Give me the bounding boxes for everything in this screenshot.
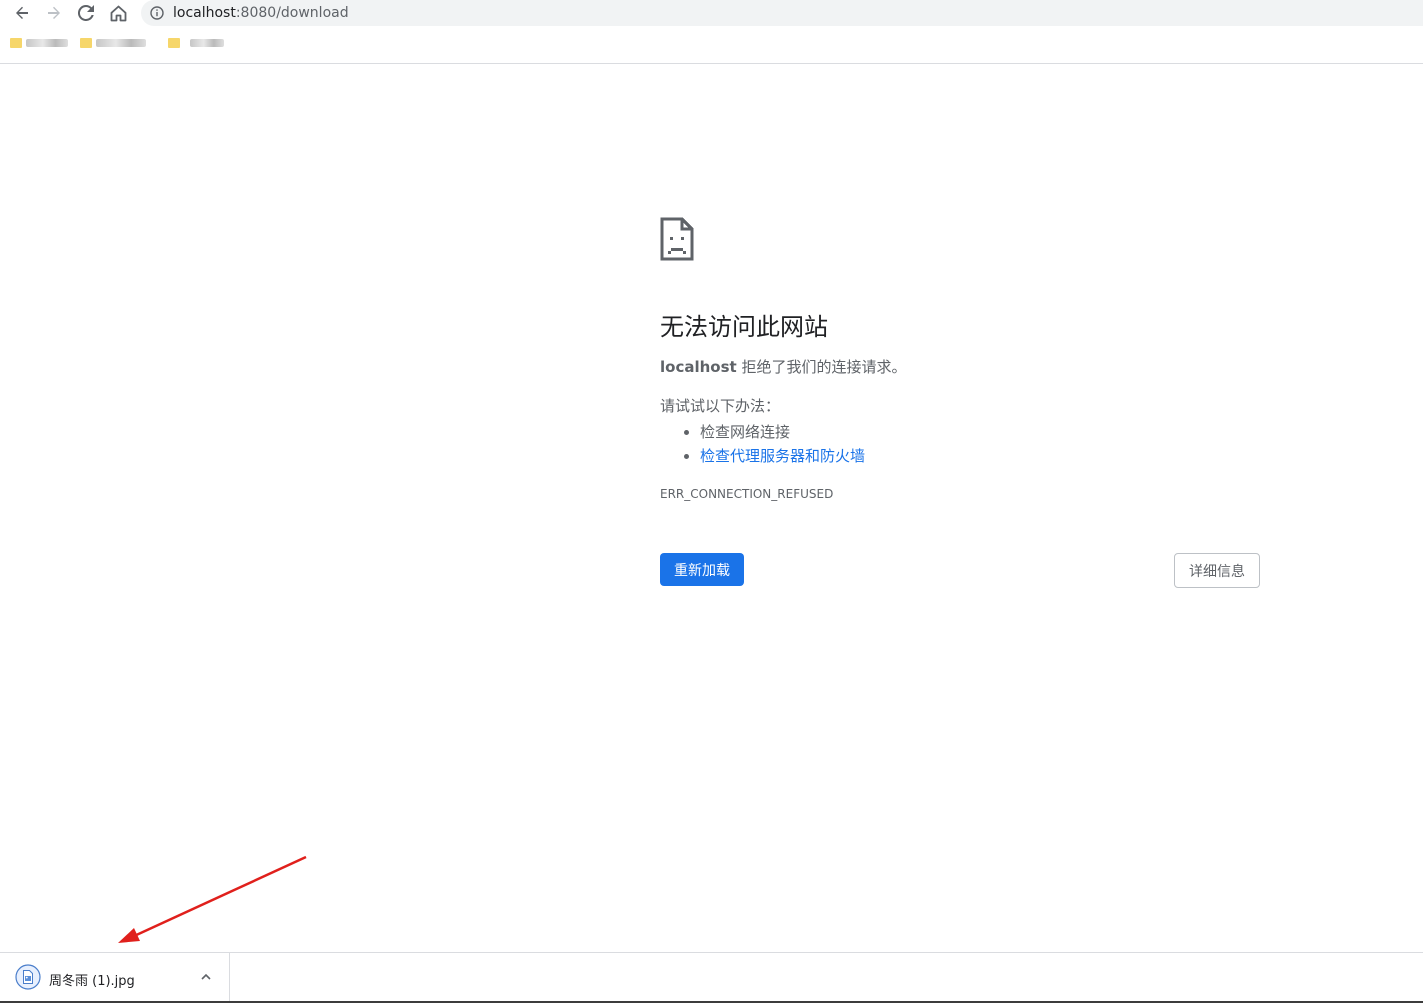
suggestion-item: 检查代理服务器和防火墙 — [700, 444, 1260, 468]
bookmark-item[interactable] — [10, 36, 68, 50]
folder-icon — [10, 38, 22, 48]
bookmark-label-blurred — [190, 39, 224, 47]
error-page: 无法访问此网站 localhost 拒绝了我们的连接请求。 请试试以下办法： 检… — [660, 217, 1260, 501]
reload-button[interactable] — [73, 0, 99, 26]
browser-toolbar: localhost:8080/download — [0, 0, 1423, 26]
download-file-name: 周冬雨 (1).jpg — [49, 974, 135, 989]
folder-icon — [168, 38, 180, 48]
forward-arrow-icon — [48, 6, 60, 19]
details-button[interactable]: 详细信息 — [1174, 553, 1260, 588]
annotation-arrow-icon — [118, 855, 307, 943]
error-code: ERR_CONNECTION_REFUSED — [660, 487, 834, 501]
bookmark-item[interactable] — [80, 36, 146, 50]
site-info-icon[interactable] — [150, 6, 164, 20]
back-arrow-icon — [16, 6, 28, 19]
reload-page-button[interactable]: 重新加载 — [660, 553, 744, 586]
url-host: localhost — [173, 5, 236, 21]
error-description: localhost 拒绝了我们的连接请求。 — [660, 357, 1260, 377]
reload-icon — [78, 5, 94, 21]
suggestion-check-network: 检查网络连接 — [700, 423, 791, 441]
image-file-icon — [15, 964, 41, 990]
suggestion-item: 检查网络连接 — [700, 420, 1260, 444]
bookmark-label-blurred — [96, 39, 146, 47]
chevron-up-icon[interactable] — [198, 969, 214, 985]
error-host: localhost — [660, 358, 737, 376]
url-path: :8080/download — [235, 5, 349, 21]
bookmark-item[interactable] — [168, 36, 224, 50]
folder-icon — [80, 38, 92, 48]
home-icon — [110, 5, 126, 21]
bookmark-label-blurred — [26, 39, 68, 47]
address-bar[interactable]: localhost:8080/download — [141, 0, 1423, 26]
suggestion-check-proxy-link[interactable]: 检查代理服务器和防火墙 — [700, 447, 865, 465]
error-title: 无法访问此网站 — [660, 313, 828, 341]
download-shelf: 周冬雨 (1).jpg — [0, 952, 1423, 1003]
suggestions-list: 检查网络连接 检查代理服务器和防火墙 — [660, 420, 1260, 468]
sad-document-icon — [660, 217, 694, 261]
back-button[interactable] — [9, 0, 35, 26]
download-item[interactable]: 周冬雨 (1).jpg — [0, 953, 230, 1003]
bookmarks-bar — [0, 26, 1423, 64]
url-text: localhost:8080/download — [173, 5, 349, 21]
error-message: 拒绝了我们的连接请求。 — [736, 358, 907, 376]
home-button[interactable] — [105, 0, 131, 26]
forward-button[interactable] — [41, 0, 67, 26]
try-label: 请试试以下办法： — [660, 397, 781, 415]
